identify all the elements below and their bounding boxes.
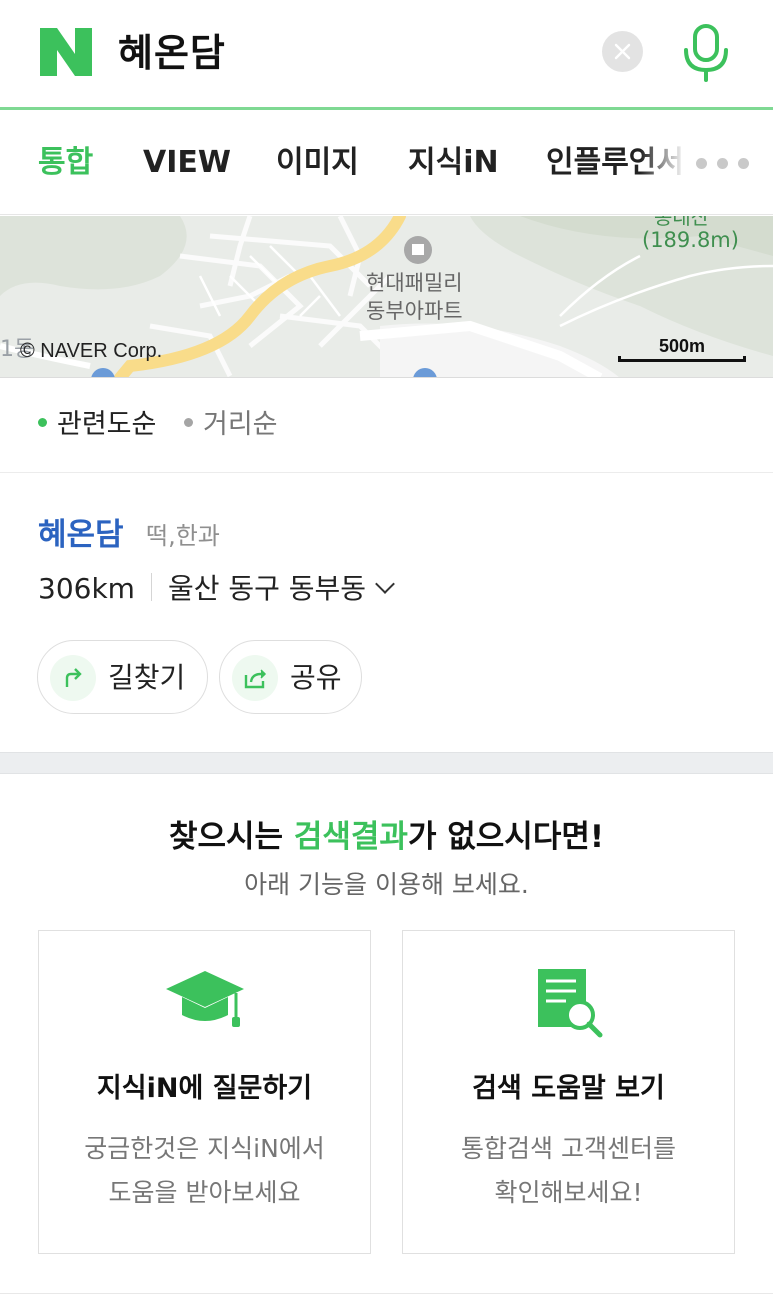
tab-knowledge-in[interactable]: 지식iN	[408, 143, 499, 183]
card-icon-area	[403, 967, 734, 1047]
sort-relevance[interactable]: 관련도순	[38, 407, 156, 443]
map-poi-line1[interactable]: 현대패밀리	[366, 270, 463, 296]
place-result: 혜온담 떡,한과 306km 울산 동구 동부동 길찾기 공유	[0, 474, 773, 752]
more-dots-icon[interactable]	[696, 158, 752, 172]
map-copyright: © NAVER Corp.	[20, 340, 163, 362]
search-query[interactable]: 혜온담	[118, 26, 226, 80]
card-desc-line1: 궁금한것은 지식iN에서	[84, 1134, 325, 1163]
no-result-title: 찾으시는 검색결과가 없으시다면!	[0, 815, 773, 859]
title-highlight: 검색결과	[293, 819, 408, 855]
card-icon-area	[39, 967, 370, 1047]
directions-label: 길찾기	[108, 661, 186, 694]
card-desc-line1: 통합검색 고객센터를	[461, 1134, 676, 1163]
tab-fade	[640, 113, 700, 214]
clear-search-button[interactable]	[602, 31, 643, 72]
sort-inactive-dot	[184, 418, 193, 427]
place-address[interactable]: 울산 동구 동부동	[168, 572, 366, 605]
sort-distance-label: 거리순	[203, 409, 278, 440]
sort-bar: 관련도순 거리순	[0, 379, 773, 473]
sort-active-dot	[38, 418, 47, 427]
place-info-line: 306km 울산 동구 동부동	[38, 570, 395, 608]
place-name-link[interactable]: 혜온담	[38, 514, 124, 556]
share-button[interactable]: 공유	[219, 640, 362, 714]
bottom-divider	[0, 1293, 773, 1294]
chevron-down-icon[interactable]	[375, 574, 395, 594]
share-icon	[232, 655, 278, 701]
card-desc-line2: 도움을 받아보세요	[108, 1178, 301, 1207]
card-title: 지식iN에 질문하기	[96, 1073, 313, 1104]
map-scale-bar	[618, 356, 746, 362]
sort-distance[interactable]: 거리순	[184, 407, 278, 443]
map-poi-line2[interactable]: 동부아파트	[366, 298, 463, 324]
card-description: 궁금한것은 지식iN에서 도움을 받아보세요	[39, 1127, 370, 1215]
search-help-card[interactable]: 검색 도움말 보기 통합검색 고객센터를 확인해보세요!	[402, 930, 735, 1254]
search-tabs: 통합 VIEW 이미지 지식iN 인플루언서	[0, 113, 773, 215]
search-header: 혜온담	[0, 0, 773, 110]
map-view[interactable]: 봉대산 (189.8m) 현대패밀리 동부아파트 1동 © NAVER Corp…	[0, 216, 773, 378]
map-mountain-height: (189.8m)	[642, 228, 739, 252]
section-divider	[0, 752, 773, 774]
divider	[150, 573, 152, 601]
directions-button[interactable]: 길찾기	[37, 640, 208, 714]
title-part-1: 찾으시는	[168, 819, 294, 855]
no-result-subtitle: 아래 기능을 이용해 보세요.	[244, 870, 529, 899]
tab-image[interactable]: 이미지	[276, 143, 359, 183]
card-description: 통합검색 고객센터를 확인해보세요!	[403, 1127, 734, 1215]
title-part-2: 가 없으시다면!	[407, 819, 605, 855]
microphone-icon[interactable]	[680, 24, 732, 82]
ask-knowledge-in-card[interactable]: 지식iN에 질문하기 궁금한것은 지식iN에서 도움을 받아보세요	[38, 930, 371, 1254]
place-distance: 306km	[38, 572, 135, 605]
naver-logo-icon[interactable]	[40, 28, 92, 76]
tab-view[interactable]: VIEW	[143, 143, 231, 183]
card-title: 검색 도움말 보기	[472, 1073, 665, 1104]
map-scale-label: 500m	[658, 336, 706, 356]
card-desc-line2: 확인해보세요!	[494, 1178, 643, 1207]
share-label: 공유	[290, 661, 342, 694]
place-category: 떡,한과	[146, 522, 220, 550]
no-result-section: 찾으시는 검색결과가 없으시다면! 아래 기능을 이용해 보세요. 지식iN에 …	[0, 775, 773, 1299]
graduation-cap-icon	[166, 971, 244, 1027]
directions-icon	[50, 655, 96, 701]
document-search-icon	[538, 969, 603, 1038]
map-scale: 500m	[618, 336, 746, 362]
sort-relevance-label: 관련도순	[57, 409, 157, 440]
clear-icon	[614, 43, 631, 60]
tab-integrated[interactable]: 통합	[38, 143, 93, 183]
